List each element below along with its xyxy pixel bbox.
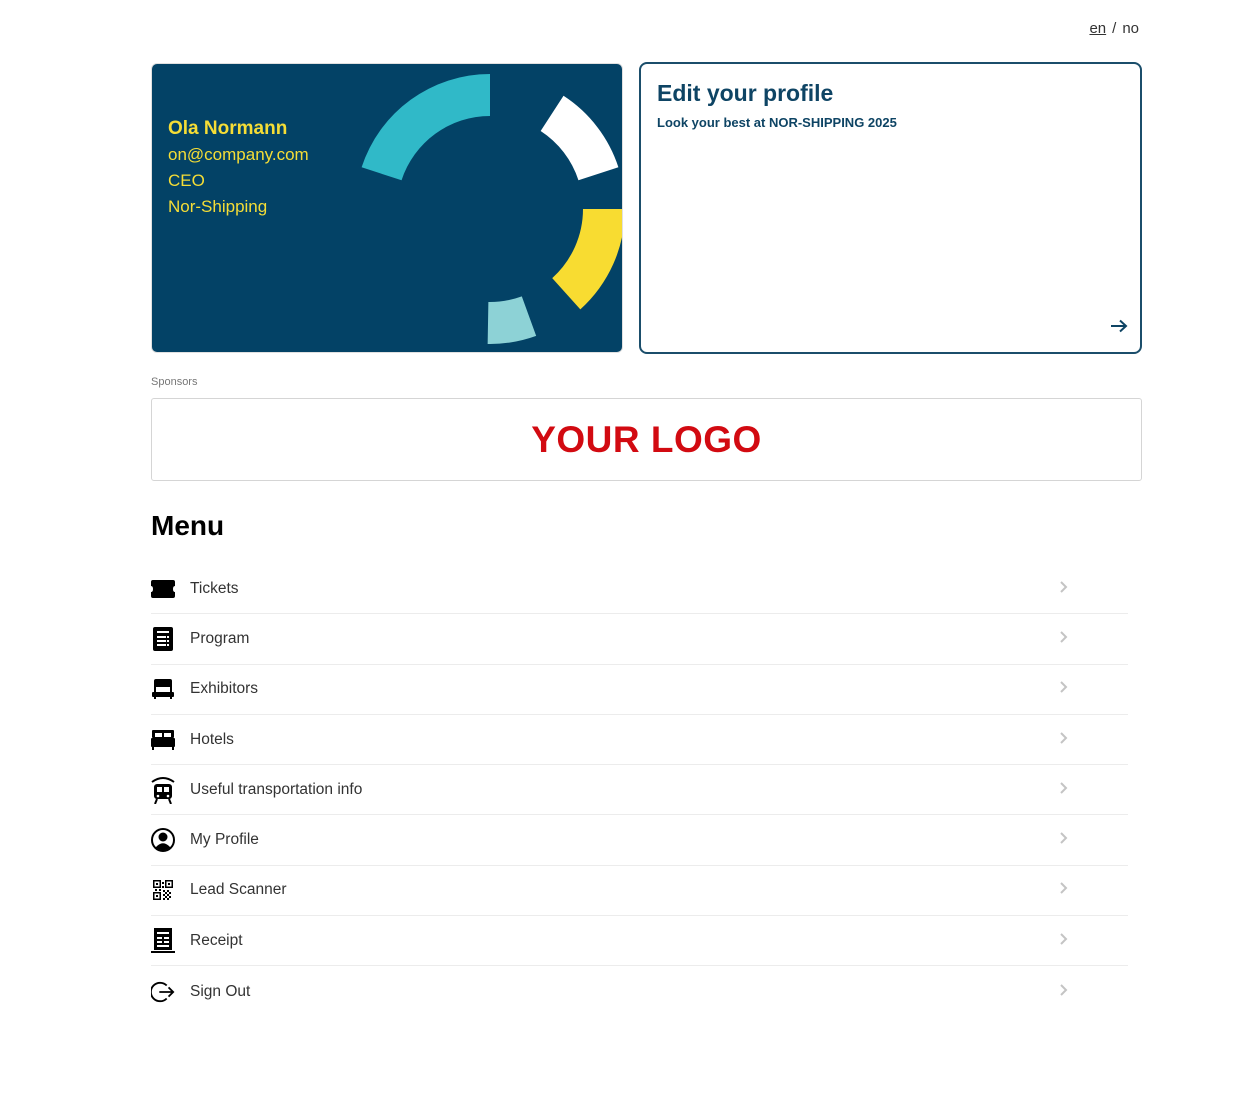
badge-name: Ola Normann xyxy=(168,118,288,139)
menu-item-label: Program xyxy=(190,629,250,647)
menu-item-hotels[interactable]: Hotels xyxy=(151,715,1128,766)
chevron-right-icon xyxy=(1060,680,1068,698)
ring-segment-teal xyxy=(361,74,490,181)
bed-icon xyxy=(151,728,175,752)
chevron-right-icon xyxy=(1060,580,1068,598)
arrow-right-icon[interactable] xyxy=(1110,317,1128,338)
sponsor-logo: YOUR LOGO xyxy=(531,418,762,460)
menu-list: Tickets Program Exhibitors Hotels Useful… xyxy=(151,564,1128,1017)
menu-item-label: My Profile xyxy=(190,831,259,849)
ticket-icon xyxy=(151,577,175,601)
menu-item-receipt[interactable]: Receipt xyxy=(151,916,1128,967)
menu-item-label: Useful transportation info xyxy=(190,780,363,798)
ring-segment-white xyxy=(540,95,619,181)
chevron-right-icon xyxy=(1060,932,1068,950)
menu-item-label: Lead Scanner xyxy=(190,881,287,899)
language-en-link[interactable]: en xyxy=(1089,20,1106,37)
qr-code-icon xyxy=(151,878,175,902)
menu-title: Menu xyxy=(151,510,225,541)
menu-item-tickets[interactable]: Tickets xyxy=(151,564,1128,615)
receipt-icon xyxy=(151,927,175,953)
menu-item-exhibitors[interactable]: Exhibitors xyxy=(151,665,1128,715)
edit-profile-title: Edit your profile xyxy=(657,80,834,106)
sponsors-label: Sponsors xyxy=(151,376,198,388)
edit-profile-subtitle: Look your best at NOR-SHIPPING 2025 xyxy=(657,115,897,130)
sign-out-icon xyxy=(151,980,175,1004)
chevron-right-icon xyxy=(1060,731,1068,749)
menu-item-label: Sign Out xyxy=(190,982,251,1000)
menu-item-label: Hotels xyxy=(190,730,234,748)
program-icon xyxy=(151,626,175,651)
sponsor-banner[interactable]: YOUR LOGO xyxy=(151,398,1142,481)
menu-item-transportation[interactable]: Useful transportation info xyxy=(151,765,1128,816)
edit-profile-card[interactable]: Edit your profile Look your best at NOR-… xyxy=(639,62,1142,354)
badge-title: CEO xyxy=(168,171,205,190)
chevron-right-icon xyxy=(1060,983,1068,1001)
attendee-badge-card: Ola Normann on@company.com CEO Nor-Shipp… xyxy=(151,63,623,353)
language-no-link[interactable]: no xyxy=(1122,20,1139,37)
menu-item-label: Tickets xyxy=(190,579,239,597)
chevron-right-icon xyxy=(1060,831,1068,849)
booth-icon xyxy=(151,677,175,701)
ring-segment-yellow xyxy=(552,209,622,310)
language-switcher: en / no xyxy=(1089,20,1139,37)
badge-email: on@company.com xyxy=(168,145,309,164)
language-separator: / xyxy=(1112,20,1117,37)
user-circle-icon xyxy=(151,828,175,853)
menu-item-sign-out[interactable]: Sign Out xyxy=(151,966,1128,1016)
ring-segment-light-teal xyxy=(487,296,537,345)
menu-item-label: Receipt xyxy=(190,931,243,949)
menu-item-my-profile[interactable]: My Profile xyxy=(151,815,1128,866)
chevron-right-icon xyxy=(1060,630,1068,648)
menu-item-program[interactable]: Program xyxy=(151,614,1128,665)
menu-item-lead-scanner[interactable]: Lead Scanner xyxy=(151,866,1128,917)
train-icon xyxy=(151,776,175,804)
chevron-right-icon xyxy=(1060,781,1068,799)
chevron-right-icon xyxy=(1060,881,1068,899)
badge-company: Nor-Shipping xyxy=(168,197,268,216)
menu-item-label: Exhibitors xyxy=(190,680,259,698)
